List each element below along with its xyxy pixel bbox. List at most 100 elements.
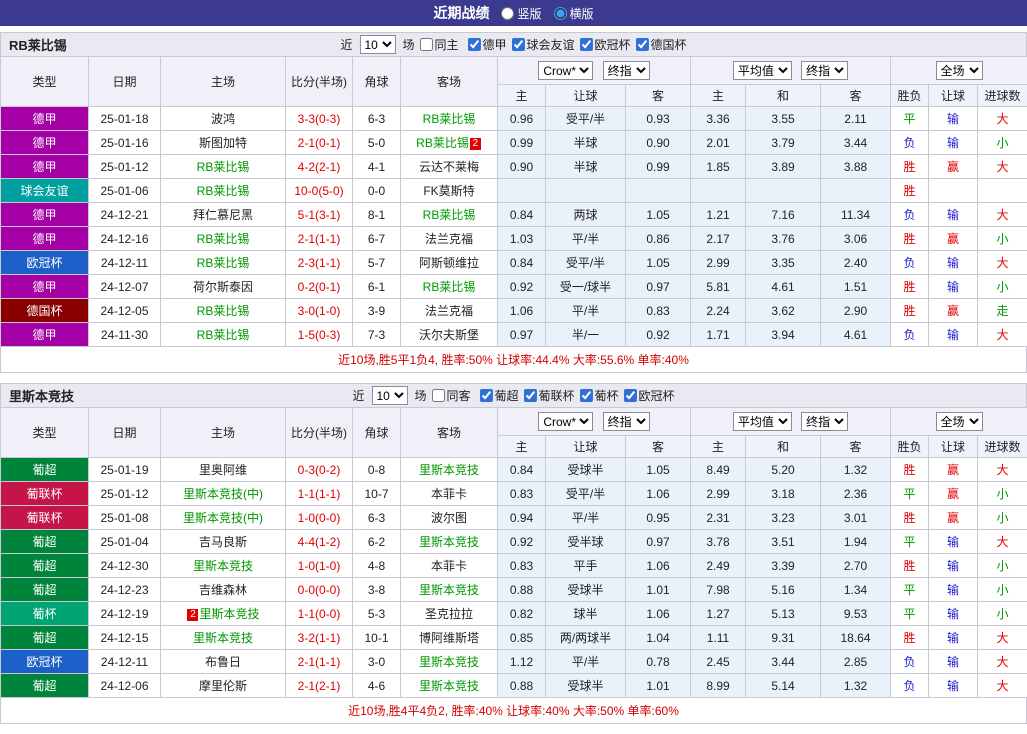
team-name[interactable]: RB莱比锡	[423, 208, 476, 222]
team-name[interactable]: 里奥阿维	[199, 463, 247, 477]
team-name[interactable]: 沃尔夫斯堡	[419, 328, 479, 342]
team-name[interactable]: RB莱比锡	[197, 232, 250, 246]
score-cell[interactable]: 4-2(2-1)	[286, 155, 353, 179]
avg-home-odds: 2.01	[691, 131, 746, 155]
league-filter[interactable]: 德甲	[466, 36, 506, 53]
team-name[interactable]: RB莱比锡	[197, 184, 250, 198]
final-index-select[interactable]: 终指	[603, 61, 650, 80]
team-name[interactable]: 里斯本竞技(中)	[183, 511, 263, 525]
score-cell[interactable]: 0-2(0-1)	[286, 275, 353, 299]
league-filter[interactable]: 葡杯	[579, 387, 619, 404]
score-cell[interactable]: 0-0(0-0)	[286, 578, 353, 602]
score-cell[interactable]: 3-2(1-1)	[286, 626, 353, 650]
team-name[interactable]: 布鲁日	[205, 655, 241, 669]
full-match-select[interactable]: 全场	[936, 412, 983, 431]
team-name[interactable]: 阿斯顿维拉	[419, 256, 479, 270]
score-cell[interactable]: 1-5(0-3)	[286, 323, 353, 347]
bookmaker-select[interactable]: Crow*	[538, 412, 593, 431]
team-name[interactable]: 里斯本竞技	[419, 463, 479, 477]
team-name[interactable]: 云达不莱梅	[419, 160, 479, 174]
score-cell[interactable]: 1-1(0-0)	[286, 602, 353, 626]
team-name[interactable]: RB莱比锡	[416, 136, 469, 150]
league-filter[interactable]: 欧冠杯	[623, 387, 675, 404]
bookmaker-select[interactable]: Crow*	[538, 61, 593, 80]
team-name[interactable]: 波尔图	[431, 511, 467, 525]
score-cell[interactable]: 2-1(1-1)	[286, 650, 353, 674]
score-cell[interactable]: 5-1(3-1)	[286, 203, 353, 227]
team-name[interactable]: 里斯本竞技	[419, 535, 479, 549]
team-name[interactable]: 荷尔斯泰因	[193, 280, 253, 294]
team-name[interactable]: RB莱比锡	[197, 328, 250, 342]
team-name[interactable]: 吉马良斯	[199, 535, 247, 549]
score-cell[interactable]: 2-1(1-1)	[286, 227, 353, 251]
team-name[interactable]: 博阿维斯塔	[419, 631, 479, 645]
match-row: 德甲24-11-30RB莱比锡1-5(0-3)7-3沃尔夫斯堡0.97半/一0.…	[1, 323, 1027, 347]
average-final-select[interactable]: 终指	[801, 412, 848, 431]
team-name[interactable]: RB莱比锡	[423, 112, 476, 126]
score-cell[interactable]: 1-0(0-0)	[286, 506, 353, 530]
same-venue-filter[interactable]: 同主	[418, 36, 458, 53]
league-filter[interactable]: 欧冠杯	[579, 36, 631, 53]
full-match-select[interactable]: 全场	[936, 61, 983, 80]
league-filter[interactable]: 球会友谊	[511, 36, 575, 53]
same-venue-checkbox[interactable]	[419, 38, 432, 51]
horizontal-view-option[interactable]: 横版	[554, 5, 594, 22]
team-name[interactable]: 吉维森林	[199, 583, 247, 597]
team-name[interactable]: RB莱比锡	[423, 280, 476, 294]
score-cell[interactable]: 2-3(1-1)	[286, 251, 353, 275]
horizontal-view-radio[interactable]	[554, 7, 567, 20]
same-venue-filter[interactable]: 同客	[430, 387, 470, 404]
vertical-view-radio[interactable]	[501, 7, 514, 20]
team-name[interactable]: 本菲卡	[431, 487, 467, 501]
team-name[interactable]: 里斯本竞技	[193, 631, 253, 645]
league-checkbox[interactable]	[512, 38, 525, 51]
team-name[interactable]: 里斯本竞技	[419, 679, 479, 693]
team-name[interactable]: 里斯本竞技	[419, 583, 479, 597]
avg-away-odds: 3.88	[821, 155, 891, 179]
team-name[interactable]: 里斯本竞技	[199, 607, 259, 621]
team-name[interactable]: 波鸿	[211, 112, 235, 126]
league-checkbox[interactable]	[624, 389, 637, 402]
vertical-view-option[interactable]: 竖版	[501, 5, 541, 22]
team-name[interactable]: 拜仁慕尼黑	[193, 208, 253, 222]
team-name[interactable]: 本菲卡	[431, 559, 467, 573]
team-name[interactable]: RB莱比锡	[197, 304, 250, 318]
team-name[interactable]: 里斯本竞技	[193, 559, 253, 573]
score-cell[interactable]: 0-3(0-2)	[286, 458, 353, 482]
score-cell[interactable]: 3-3(0-3)	[286, 107, 353, 131]
score-cell[interactable]: 2-1(2-1)	[286, 674, 353, 698]
rounds-select[interactable]: 10	[371, 386, 407, 405]
team-name[interactable]: RB莱比锡	[197, 256, 250, 270]
team-name[interactable]: RB莱比锡	[197, 160, 250, 174]
league-checkbox[interactable]	[479, 389, 492, 402]
score-cell[interactable]: 4-4(1-2)	[286, 530, 353, 554]
league-checkbox[interactable]	[524, 389, 537, 402]
league-filter[interactable]: 德国杯	[635, 36, 687, 53]
score-cell[interactable]: 1-1(1-1)	[286, 482, 353, 506]
team-name[interactable]: 圣克拉拉	[425, 607, 473, 621]
same-venue-checkbox[interactable]	[431, 389, 444, 402]
team-name[interactable]: 法兰克福	[425, 304, 473, 318]
score-cell[interactable]: 3-0(1-0)	[286, 299, 353, 323]
rounds-select[interactable]: 10	[359, 35, 395, 54]
league-checkbox[interactable]	[580, 38, 593, 51]
average-final-select[interactable]: 终指	[801, 61, 848, 80]
score-cell[interactable]: 2-1(0-1)	[286, 131, 353, 155]
average-select[interactable]: 平均值	[733, 412, 792, 431]
team-name[interactable]: 法兰克福	[425, 232, 473, 246]
team-name[interactable]: 里斯本竞技(中)	[183, 487, 263, 501]
team-name[interactable]: 斯图加特	[199, 136, 247, 150]
score-cell[interactable]: 1-0(1-0)	[286, 554, 353, 578]
league-filter[interactable]: 葡联杯	[523, 387, 575, 404]
league-checkbox[interactable]	[580, 389, 593, 402]
score-cell[interactable]: 10-0(5-0)	[286, 179, 353, 203]
avg-home-odds: 2.17	[691, 227, 746, 251]
average-select[interactable]: 平均值	[733, 61, 792, 80]
team-name[interactable]: 里斯本竞技	[419, 655, 479, 669]
final-index-select[interactable]: 终指	[603, 412, 650, 431]
team-name[interactable]: FK莫斯特	[423, 184, 474, 198]
league-checkbox[interactable]	[467, 38, 480, 51]
league-filter[interactable]: 葡超	[478, 387, 518, 404]
team-name[interactable]: 摩里伦斯	[199, 679, 247, 693]
league-checkbox[interactable]	[636, 38, 649, 51]
